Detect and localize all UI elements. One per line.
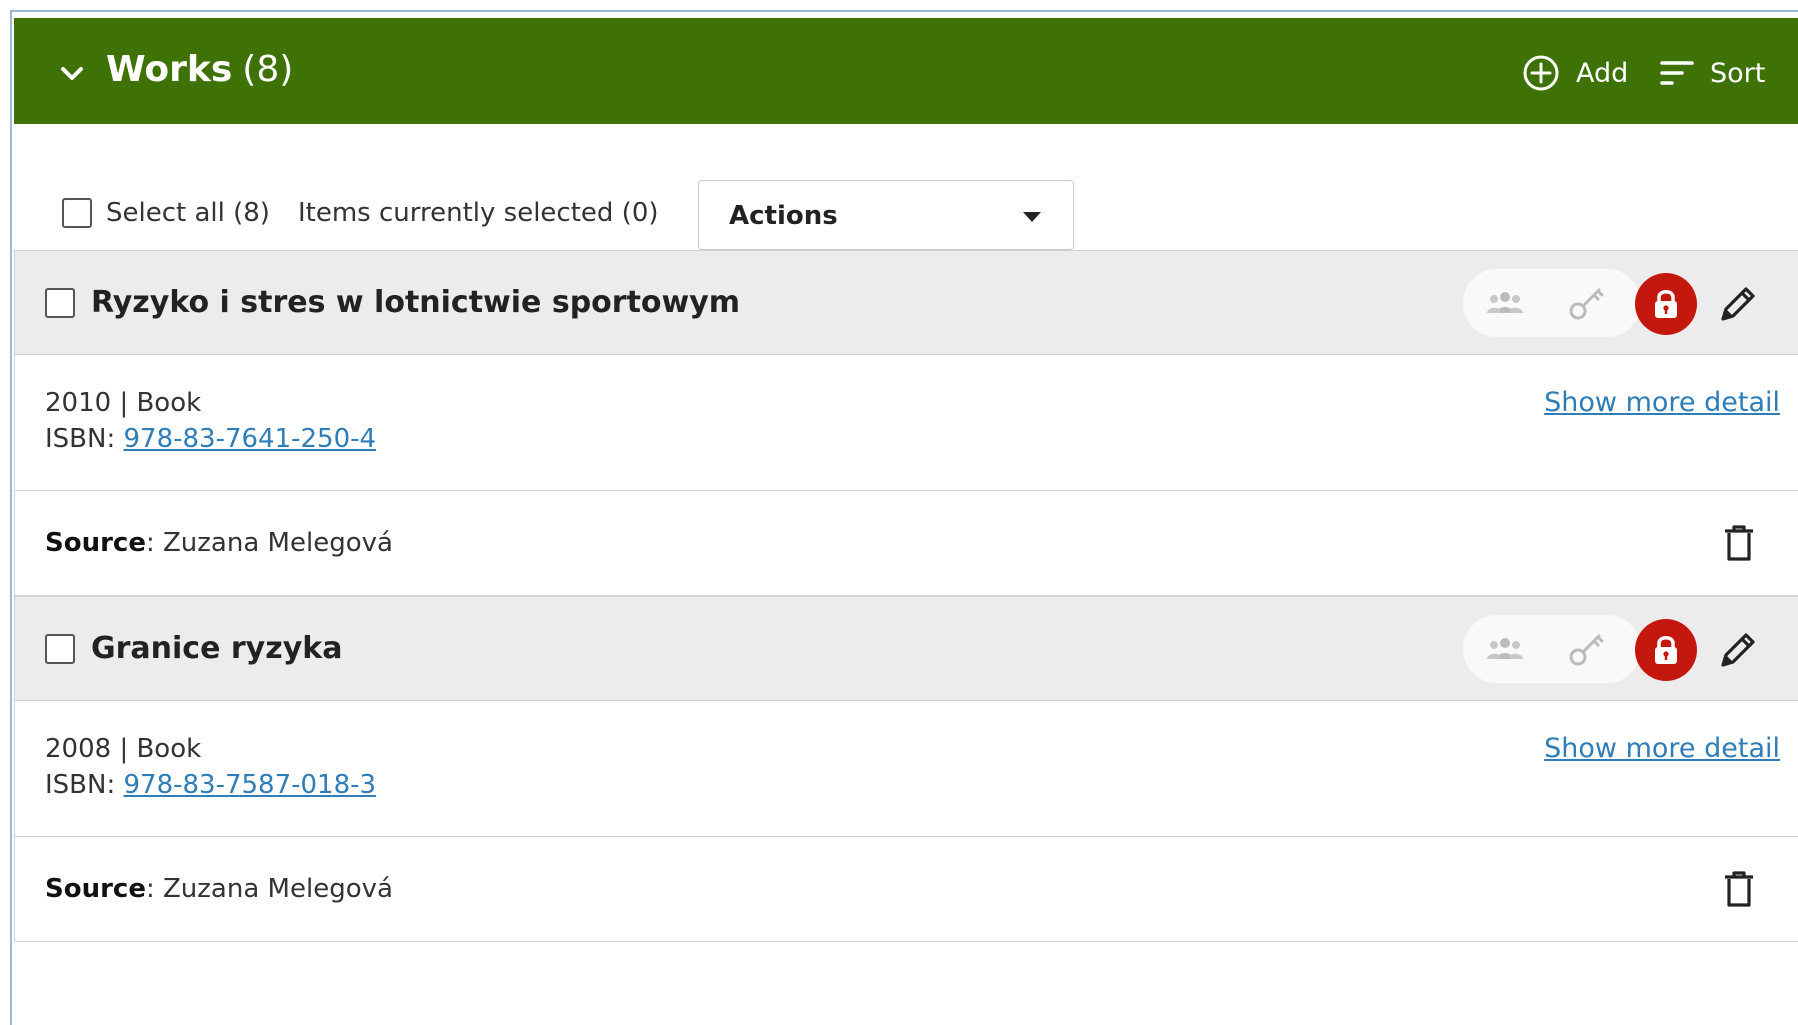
add-button-label: Add <box>1576 57 1629 89</box>
work-item-title: Granice ryzyka <box>91 631 343 666</box>
work-item-isbn-line: ISBN: 978-83-7641-250-4 <box>45 421 376 457</box>
work-item-details: 2008 | Book ISBN: 978-83-7587-018-3 Show… <box>15 701 1798 837</box>
works-panel: Works (8) Add Sort Select all (8) Items c… <box>10 10 1798 1025</box>
meta-separator: | <box>119 388 129 418</box>
key-icon[interactable] <box>1567 283 1607 323</box>
work-item-checkbox[interactable] <box>45 288 75 318</box>
work-item: Ryzyko i stres w lotnictwie sportowym 20… <box>14 250 1798 596</box>
show-more-detail-link[interactable]: Show more detail <box>1544 385 1780 421</box>
actions-dropdown[interactable]: Actions <box>698 180 1074 250</box>
isbn-link[interactable]: 978-83-7641-250-4 <box>123 424 376 454</box>
source-text: Source: Zuzana Melegová <box>45 525 393 561</box>
isbn-link[interactable]: 978-83-7587-018-3 <box>123 770 376 800</box>
lock-icon[interactable] <box>1635 619 1697 681</box>
trash-icon[interactable] <box>1721 869 1757 909</box>
caret-down-icon <box>1023 212 1041 222</box>
source-value: : Zuzana Melegová <box>145 528 393 558</box>
work-item-icon-group <box>1463 615 1641 683</box>
sort-button-label: Sort <box>1710 57 1766 89</box>
meta-separator: | <box>119 734 129 764</box>
chevron-down-icon[interactable] <box>56 58 88 90</box>
pencil-icon[interactable] <box>1717 629 1759 671</box>
group-icon[interactable] <box>1485 283 1525 323</box>
source-label: Source <box>45 874 146 904</box>
sort-button[interactable]: Sort <box>1660 52 1765 94</box>
work-item-meta: 2010 | Book <box>45 385 201 421</box>
work-item-icon-group <box>1463 269 1641 337</box>
pencil-icon[interactable] <box>1717 283 1759 325</box>
actions-dropdown-label: Actions <box>729 201 838 231</box>
sort-icon <box>1660 61 1694 85</box>
items-selected-count: Items currently selected (0) <box>298 198 659 228</box>
work-item-header: Granice ryzyka <box>15 597 1798 701</box>
trash-icon[interactable] <box>1721 523 1757 563</box>
section-title-text: Works <box>106 49 233 90</box>
isbn-label: ISBN: <box>45 770 116 800</box>
work-item-meta: 2008 | Book <box>45 731 201 767</box>
select-all-checkbox[interactable] <box>62 198 92 228</box>
work-item: Granice ryzyka 2008 | Book ISBN: 978-83-… <box>14 596 1798 942</box>
work-item-checkbox[interactable] <box>45 634 75 664</box>
work-item-source: Source: Zuzana Melegová <box>15 491 1798 595</box>
work-item-year: 2010 <box>45 388 112 418</box>
source-value: : Zuzana Melegová <box>145 874 393 904</box>
works-header[interactable]: Works (8) Add Sort <box>14 18 1798 124</box>
source-text: Source: Zuzana Melegová <box>45 871 393 907</box>
plus-circle-icon <box>1523 55 1559 91</box>
isbn-label: ISBN: <box>45 424 116 454</box>
work-item-details: 2010 | Book ISBN: 978-83-7641-250-4 Show… <box>15 355 1798 491</box>
work-item-year: 2008 <box>45 734 112 764</box>
select-all[interactable]: Select all (8) <box>62 198 270 228</box>
work-item-header: Ryzyko i stres w lotnictwie sportowym <box>15 251 1798 355</box>
source-label: Source <box>45 528 146 558</box>
work-item-isbn-line: ISBN: 978-83-7587-018-3 <box>45 767 376 803</box>
key-icon[interactable] <box>1567 629 1607 669</box>
show-more-detail-link[interactable]: Show more detail <box>1544 731 1780 767</box>
work-item-type: Book <box>136 734 202 764</box>
add-button[interactable]: Add <box>1522 52 1628 94</box>
section-count: (8) <box>242 49 294 90</box>
work-item-title: Ryzyko i stres w lotnictwie sportowym <box>91 285 741 320</box>
section-title: Works (8) <box>106 48 293 92</box>
lock-icon[interactable] <box>1635 273 1697 335</box>
work-item-source: Source: Zuzana Melegová <box>15 837 1798 941</box>
group-icon[interactable] <box>1485 629 1525 669</box>
work-item-type: Book <box>136 388 202 418</box>
select-all-label: Select all (8) <box>106 198 270 228</box>
